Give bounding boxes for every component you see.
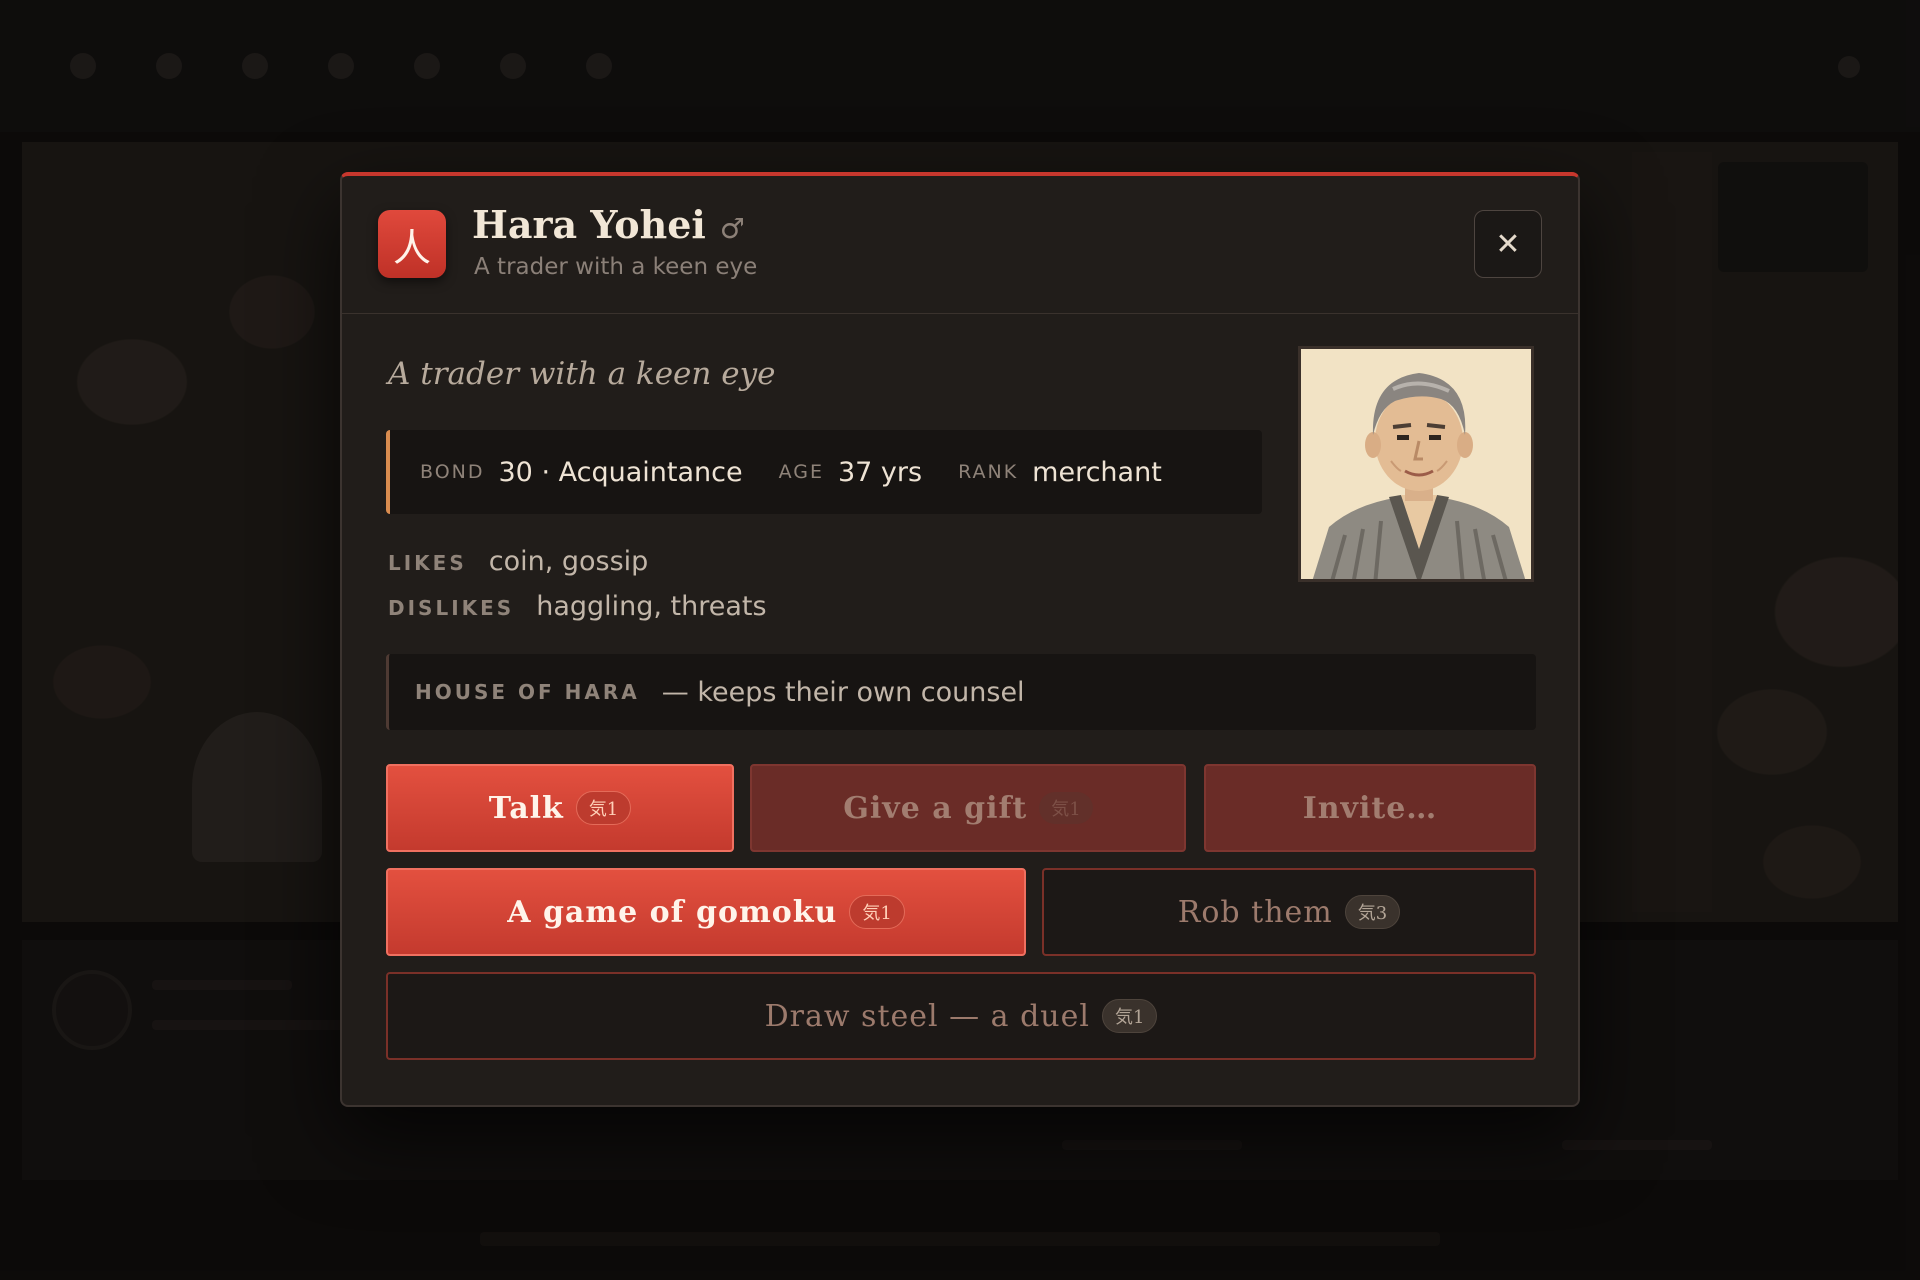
close-button[interactable]: ✕ xyxy=(1474,210,1542,278)
close-icon: ✕ xyxy=(1495,226,1521,262)
duel-button[interactable]: Draw steel — a duel 気1 xyxy=(386,972,1536,1060)
age-label: AGE xyxy=(778,461,824,483)
flavor-text: A trader with a keen eye xyxy=(388,356,776,392)
likes-row: LIKES coin, gossip xyxy=(388,546,767,577)
ki-cost-badge: 気1 xyxy=(575,791,632,825)
house-name: HOUSE OF HARA xyxy=(415,680,640,704)
dislikes-row: DISLIKES haggling, threats xyxy=(388,591,767,622)
dislikes-value: haggling, threats xyxy=(536,591,767,622)
likes-label: LIKES xyxy=(388,551,467,575)
rank-value: merchant xyxy=(1032,456,1162,488)
house-affiliation: HOUSE OF HARA — keeps their own counsel xyxy=(386,654,1536,730)
bond-value: 30 · Acquaintance xyxy=(498,456,743,488)
gomoku-label: A game of gomoku xyxy=(507,894,838,930)
bond-label: BOND xyxy=(420,461,485,483)
character-subtitle: A trader with a keen eye xyxy=(474,254,758,280)
talk-button[interactable]: Talk 気1 xyxy=(386,764,734,852)
give-gift-label: Give a gift xyxy=(843,790,1028,826)
age-value: 37 yrs xyxy=(837,456,923,488)
gomoku-button[interactable]: A game of gomoku 気1 xyxy=(386,868,1026,956)
give-gift-button[interactable]: Give a gift 気1 xyxy=(750,764,1186,852)
rank-label: RANK xyxy=(958,461,1019,483)
person-kanji-icon: 人 xyxy=(378,210,446,278)
rob-label: Rob them xyxy=(1177,894,1333,930)
ki-cost-badge: 気1 xyxy=(1039,792,1093,824)
stats-box: BOND 30 · Acquaintance AGE 37 yrs RANK m… xyxy=(386,430,1262,514)
name-row: Hara Yohei ♂ xyxy=(472,202,745,247)
ki-cost-badge: 気3 xyxy=(1344,895,1401,929)
invite-button[interactable]: Invite… xyxy=(1204,764,1536,852)
house-description: — keeps their own counsel xyxy=(661,676,1025,708)
rob-button[interactable]: Rob them 気3 xyxy=(1042,868,1536,956)
character-portrait xyxy=(1298,346,1534,582)
ki-cost-badge: 気1 xyxy=(849,895,905,929)
likes-value: coin, gossip xyxy=(488,546,649,577)
character-name: Hara Yohei xyxy=(472,202,706,247)
preferences: LIKES coin, gossip DISLIKES haggling, th… xyxy=(388,546,767,636)
dialog-body: A trader with a keen eye BOND 30 · Acqua… xyxy=(342,314,1578,1104)
dialog-header: 人 Hara Yohei ♂ A trader with a keen eye … xyxy=(342,176,1578,314)
talk-label: Talk xyxy=(488,790,564,826)
portrait-illustration xyxy=(1301,349,1531,579)
male-symbol-icon: ♂ xyxy=(719,212,745,245)
invite-label: Invite… xyxy=(1302,790,1438,826)
dislikes-label: DISLIKES xyxy=(388,596,515,620)
ki-cost-badge: 気1 xyxy=(1101,999,1158,1033)
character-dialog: 人 Hara Yohei ♂ A trader with a keen eye … xyxy=(340,172,1580,1107)
duel-label: Draw steel — a duel xyxy=(764,998,1090,1034)
